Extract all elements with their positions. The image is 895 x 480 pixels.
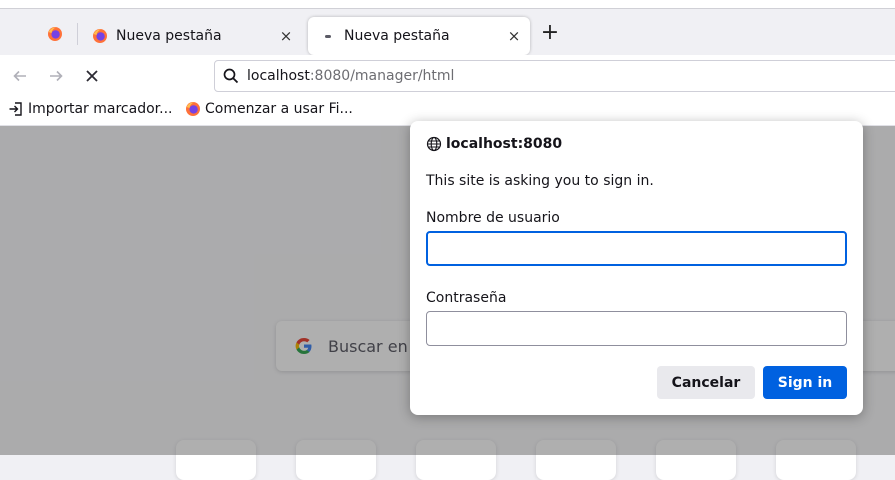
stop-x-icon <box>86 70 98 82</box>
stop-button[interactable] <box>81 65 103 87</box>
url-bar[interactable]: localhost:8080/manager/html <box>214 60 895 92</box>
firefox-icon <box>186 102 200 116</box>
tab-title: Nueva pestaña <box>116 28 222 44</box>
username-label: Nombre de usuario <box>426 210 560 226</box>
forward-button[interactable] <box>45 65 67 87</box>
loading-dot-icon <box>325 34 331 38</box>
tab-nueva-pestana-2-active[interactable]: Nueva pestaña × <box>308 17 530 55</box>
close-tab-icon[interactable]: × <box>506 28 522 44</box>
dialog-origin: localhost:8080 <box>446 136 563 152</box>
cancel-button[interactable]: Cancelar <box>657 366 755 399</box>
new-tab-button[interactable]: + <box>539 22 561 46</box>
url-path: :8080/manager/html <box>309 68 455 84</box>
username-input[interactable] <box>428 233 845 264</box>
window-top-strip <box>0 0 895 9</box>
tab-strip: Nueva pestaña × Nueva pestaña × + <box>0 9 895 55</box>
import-icon <box>9 102 22 116</box>
close-tab-icon[interactable]: × <box>278 28 294 44</box>
forward-arrow-icon <box>50 70 63 82</box>
tab-nueva-pestana-1[interactable]: Nueva pestaña × <box>80 17 302 55</box>
search-icon <box>223 68 239 84</box>
url-host: localhost <box>247 68 310 84</box>
bookmark-getting-started[interactable]: Comenzar a usar Fi... <box>185 101 353 117</box>
password-input[interactable] <box>427 312 846 345</box>
sign-in-button[interactable]: Sign in <box>763 366 847 399</box>
username-field-wrapper <box>426 231 847 266</box>
dialog-header: localhost:8080 <box>426 136 562 152</box>
globe-icon <box>426 136 442 152</box>
firefox-icon <box>93 29 107 43</box>
bookmark-label: Comenzar a usar Fi... <box>205 101 353 117</box>
bookmark-import[interactable]: Importar marcador... <box>8 101 172 117</box>
back-button[interactable] <box>9 65 31 87</box>
auth-dialog: localhost:8080 This site is asking you t… <box>410 121 863 415</box>
firefox-icon <box>48 27 62 41</box>
tab-title: Nueva pestaña <box>344 28 450 44</box>
bookmark-label: Importar marcador... <box>28 101 173 117</box>
pinned-tab[interactable] <box>33 23 78 45</box>
back-arrow-icon <box>13 70 26 82</box>
dialog-message: This site is asking you to sign in. <box>426 173 654 189</box>
navigation-toolbar: localhost:8080/manager/html <box>0 55 895 97</box>
password-label: Contraseña <box>426 290 507 306</box>
password-field-wrapper <box>426 311 847 346</box>
